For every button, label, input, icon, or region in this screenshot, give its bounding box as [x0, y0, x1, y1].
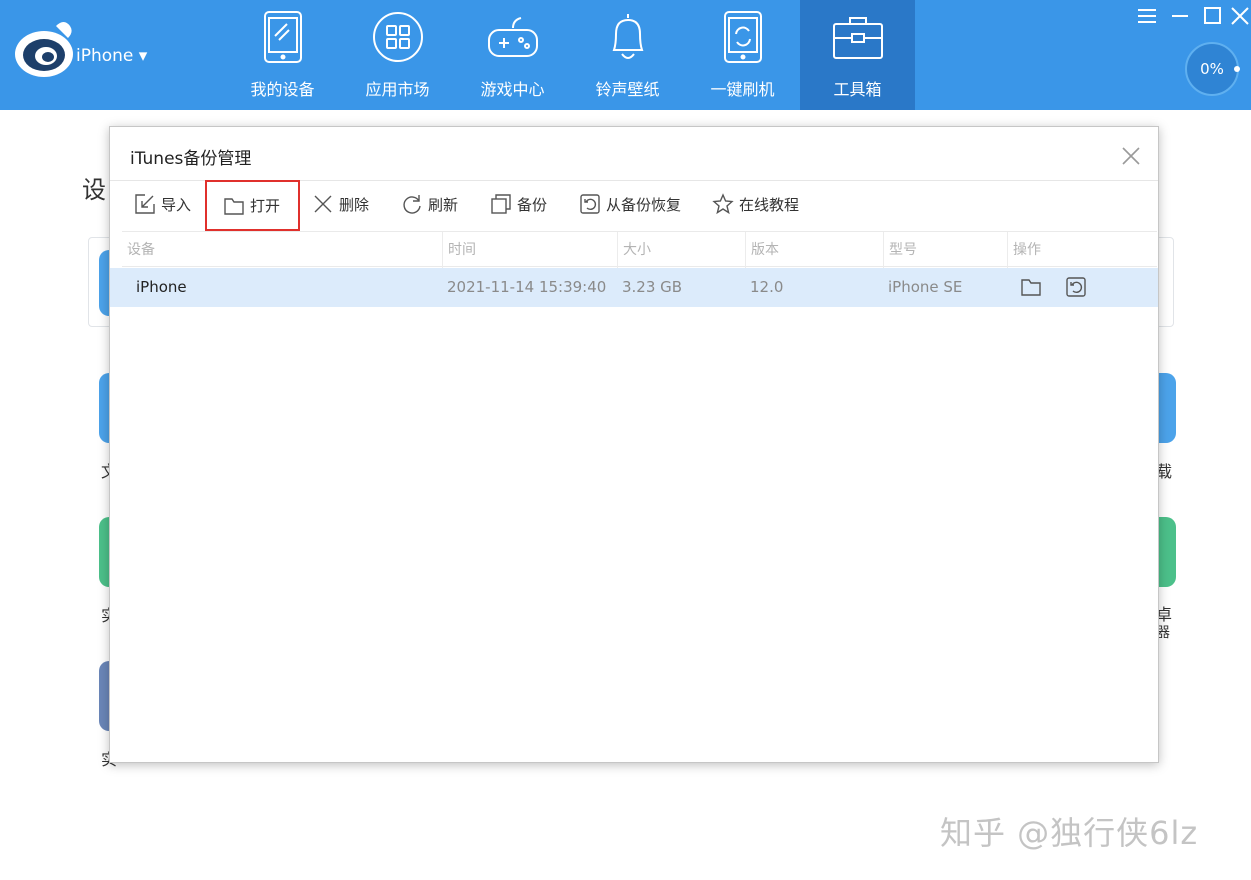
delete-label: 删除 — [339, 195, 370, 214]
toolbox-icon — [833, 17, 883, 59]
refresh-label: 刷新 — [428, 195, 459, 214]
table-row[interactable]: iPhone 2021-11-14 15:39:40 3.23 GB 12.0 … — [110, 268, 1158, 307]
close-icon[interactable] — [1120, 145, 1142, 167]
top-bar: iPhone ▾ 我的设备 应用市场 游戏中心 铃声壁纸 一键刷机 工具箱 0% — [0, 0, 1251, 110]
open-button[interactable]: 打开 — [205, 180, 301, 231]
restore-icon[interactable] — [1065, 276, 1087, 298]
main-nav: 我的设备 应用市场 游戏中心 铃声壁纸 一键刷机 工具箱 — [225, 0, 915, 110]
nav-one-click-flash[interactable]: 一键刷机 — [685, 0, 800, 110]
import-label: 导入 — [161, 195, 192, 214]
bell-icon — [612, 14, 644, 59]
nav-app-market[interactable]: 应用市场 — [340, 0, 455, 110]
itunes-backup-dialog: iTunes备份管理 导入 打开 删除 刷新 备份 从备份恢复 在线教程 设备 … — [109, 126, 1159, 763]
minimize-icon[interactable] — [1170, 6, 1190, 26]
cell-version: 12.0 — [750, 278, 784, 296]
apps-grid-icon — [373, 12, 423, 62]
restore-icon — [580, 194, 600, 214]
nav-label: 一键刷机 — [710, 80, 775, 99]
online-tutorial-button[interactable]: 在线教程 — [712, 181, 799, 227]
maximize-icon[interactable] — [1203, 6, 1223, 26]
nav-label: 应用市场 — [365, 80, 430, 99]
cell-model: iPhone SE — [888, 278, 963, 296]
gamepad-icon — [488, 17, 538, 57]
delete-button[interactable]: 删除 — [312, 181, 369, 227]
nav-toolbox[interactable]: 工具箱 — [800, 0, 915, 110]
close-icon — [314, 195, 332, 213]
dialog-toolbar: 导入 打开 删除 刷新 备份 从备份恢复 在线教程 — [110, 180, 1158, 231]
download-progress[interactable]: 0% — [1185, 42, 1239, 96]
app-logo-icon — [15, 22, 73, 77]
cell-time: 2021-11-14 15:39:40 — [447, 278, 607, 296]
device-selector[interactable]: iPhone ▾ — [76, 46, 147, 66]
restore-from-backup-button[interactable]: 从备份恢复 — [579, 181, 681, 227]
import-icon — [135, 194, 155, 214]
column-header-version[interactable]: 版本 — [745, 232, 883, 268]
dialog-title: iTunes备份管理 — [130, 149, 252, 169]
close-window-icon[interactable] — [1230, 6, 1250, 26]
background-page-title: 设 — [82, 176, 106, 204]
import-button[interactable]: 导入 — [134, 181, 191, 227]
cell-size: 3.23 GB — [622, 278, 683, 296]
open-label: 打开 — [250, 197, 281, 215]
watermark-text: 知乎 @独行侠6lz — [940, 814, 1199, 852]
backup-label: 备份 — [517, 195, 548, 214]
table-header: 设备 时间 大小 版本 型号 操作 — [122, 231, 1157, 268]
nav-label: 工具箱 — [833, 80, 882, 99]
nav-label: 我的设备 — [250, 80, 315, 99]
folder-icon[interactable] — [1020, 276, 1042, 298]
restore-label: 从备份恢复 — [606, 195, 682, 214]
tutorial-label: 在线教程 — [739, 195, 800, 214]
column-header-size[interactable]: 大小 — [617, 232, 745, 268]
refresh-button[interactable]: 刷新 — [401, 181, 458, 227]
phone-icon — [264, 11, 302, 63]
nav-game-center[interactable]: 游戏中心 — [455, 0, 570, 110]
nav-label: 铃声壁纸 — [595, 80, 660, 99]
folder-icon — [224, 197, 244, 215]
nav-ringtone-wallpaper[interactable]: 铃声壁纸 — [570, 0, 685, 110]
star-icon — [712, 193, 734, 215]
menu-icon[interactable] — [1137, 6, 1157, 26]
refresh-icon — [403, 195, 421, 214]
nav-label: 游戏中心 — [480, 80, 545, 99]
column-header-time[interactable]: 时间 — [442, 232, 617, 268]
backup-button[interactable]: 备份 — [490, 181, 547, 227]
column-header-device[interactable]: 设备 — [122, 232, 442, 268]
cell-device: iPhone — [136, 278, 187, 296]
copy-icon — [491, 194, 511, 214]
column-header-actions: 操作 — [1007, 232, 1157, 268]
nav-my-device[interactable]: 我的设备 — [225, 0, 340, 110]
column-header-model[interactable]: 型号 — [883, 232, 1007, 268]
progress-indicator — [1234, 66, 1240, 72]
phone-refresh-icon — [724, 11, 762, 63]
